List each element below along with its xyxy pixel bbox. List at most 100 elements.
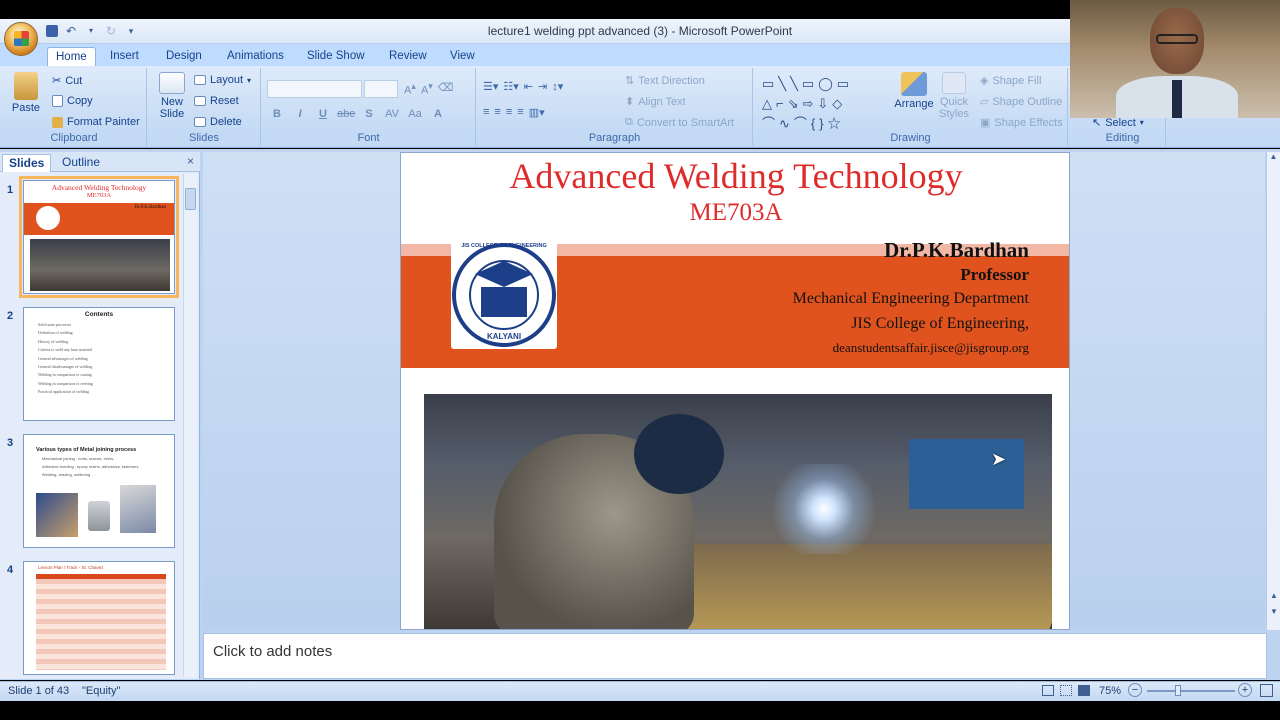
photo-sparks (764, 464, 884, 554)
arrange-button[interactable]: Arrange (892, 72, 936, 110)
clear-format-icon[interactable]: ⌫ (438, 81, 454, 97)
scroll-up-icon[interactable]: ▲ (1267, 152, 1280, 161)
slide-thumbnail-2[interactable]: Contents Solid state processes Definitio… (23, 307, 175, 421)
zoom-slider-thumb[interactable] (1175, 685, 1181, 696)
author-role[interactable]: Professor (960, 265, 1029, 285)
normal-view-icon[interactable] (1042, 685, 1054, 696)
strikethrough-button[interactable]: abe (337, 106, 355, 122)
scroll-thumb[interactable] (185, 188, 196, 210)
font-name-combo[interactable] (267, 80, 362, 98)
notes-pane[interactable]: Click to add notes (203, 633, 1267, 679)
align-text-button[interactable]: ⬍ Align Text (625, 95, 686, 109)
email-address[interactable]: deanstudentsaffair.jisce@jisgroup.org (833, 340, 1029, 356)
zoom-slider[interactable] (1147, 690, 1235, 692)
grow-font-icon[interactable]: A▴ (404, 81, 416, 97)
numbering-icon[interactable]: ☷▾ (503, 80, 518, 93)
prev-slide-icon[interactable]: ▲ (1267, 591, 1280, 600)
decrease-indent-icon[interactable]: ⇤ (524, 80, 533, 93)
author-name[interactable]: Dr.P.K.Bardhan (884, 238, 1029, 263)
slides-group: New Slide Layout ▾ Reset Delete Slides (148, 68, 261, 146)
shapes-gallery[interactable]: ▭╲╲▭◯▭ △⌐⇘⇨⇩◇ ⌒∿⌒{}☆ (762, 74, 882, 134)
slide-scrollbar[interactable]: ▲ ▲ ▼ (1266, 152, 1280, 630)
office-button[interactable] (4, 22, 38, 56)
text-direction-button[interactable]: ⇅ Text Direction (625, 74, 705, 88)
change-case-button[interactable]: Aa (406, 106, 424, 122)
photo-welding-mask (634, 414, 724, 494)
font-size-combo[interactable] (364, 80, 398, 98)
tab-slides[interactable]: Slides (2, 154, 52, 172)
tab-design[interactable]: Design (158, 47, 210, 66)
columns-icon[interactable]: ▥▾ (529, 106, 545, 119)
font-format-buttons: B I U abe S AV Aa A (268, 106, 447, 122)
layout-button[interactable]: Layout ▾ (194, 74, 251, 86)
copy-label: Copy (67, 95, 93, 107)
slide-thumbnail-4[interactable]: Lesson Plan / Track - St. Chavez (23, 561, 175, 675)
tab-insert[interactable]: Insert (102, 47, 147, 66)
shadow-button[interactable]: S (360, 106, 378, 122)
department[interactable]: Mechanical Engineering Department (793, 290, 1029, 308)
italic-button[interactable]: I (291, 106, 309, 122)
shape-fill-label: Shape Fill (992, 74, 1042, 87)
align-center-icon[interactable]: ≡ (494, 106, 500, 119)
course-code[interactable]: ME703A (401, 199, 1069, 227)
tab-outline[interactable]: Outline (56, 154, 106, 172)
bold-button[interactable]: B (268, 106, 286, 122)
cut-button[interactable]: ✂ Cut (52, 74, 82, 88)
slide-show-icon[interactable] (1078, 685, 1090, 696)
shape-effects-button[interactable]: ▣ Shape Effects (980, 116, 1063, 130)
clipboard-group-label: Clipboard (2, 131, 146, 145)
slide-editor[interactable]: Advanced Welding Technology ME703A JIS C… (400, 152, 1070, 630)
dropdown-arrow-icon[interactable]: ▾ (84, 24, 98, 38)
thumb3-image-3 (120, 485, 156, 533)
align-text-label: Align Text (638, 95, 686, 108)
align-left-icon[interactable]: ≡ (483, 106, 489, 119)
slide-title[interactable]: Advanced Welding Technology (401, 155, 1069, 197)
college-name[interactable]: JIS College of Engineering, (851, 315, 1029, 333)
slide-thumbnail-1[interactable]: Advanced Welding Technology ME703A Dr.P.… (19, 176, 179, 298)
convert-smartart-button[interactable]: ⧉ Convert to SmartArt (625, 116, 734, 129)
zoom-level[interactable]: 75% (1099, 685, 1121, 697)
slide-sorter-icon[interactable] (1060, 685, 1072, 696)
logo-text: JIS COLLEGE OF ENGINEERING (461, 243, 547, 249)
bullets-icon[interactable]: ☰▾ (483, 80, 498, 93)
welding-photo[interactable] (424, 394, 1052, 629)
redo-icon[interactable]: ↻ (104, 24, 118, 38)
font-color-button[interactable]: A (429, 106, 447, 122)
shape-fill-button[interactable]: ◈ Shape Fill (980, 74, 1042, 88)
copy-button[interactable]: Copy (52, 95, 93, 107)
thumbnail-scrollbar[interactable] (183, 174, 197, 677)
fit-window-icon[interactable] (1260, 684, 1273, 697)
line-spacing-icon[interactable]: ↕▾ (552, 80, 563, 93)
next-slide-icon[interactable]: ▼ (1267, 607, 1280, 616)
tab-home[interactable]: Home (47, 47, 96, 66)
tab-review[interactable]: Review (381, 47, 435, 66)
layout-icon (194, 75, 206, 85)
customize-qat-icon[interactable]: ▾ (124, 24, 138, 38)
thumb2-title: Contents (84, 311, 114, 318)
increase-indent-icon[interactable]: ⇥ (538, 80, 547, 93)
thumb2-item: Solid state processes (38, 322, 72, 327)
paste-button[interactable]: Paste (8, 72, 44, 114)
drawing-group-label: Drawing (754, 131, 1067, 145)
tab-view[interactable]: View (442, 47, 483, 66)
reset-button[interactable]: Reset (194, 95, 239, 107)
zoom-out-icon[interactable]: − (1128, 683, 1142, 697)
align-right-icon[interactable]: ≡ (506, 106, 512, 119)
justify-icon[interactable]: ≡ (517, 106, 523, 119)
slide-thumbnail-3[interactable]: Various types of Metal joining process M… (23, 434, 175, 548)
shrink-font-icon[interactable]: A▾ (421, 81, 433, 97)
tab-animations[interactable]: Animations (219, 47, 292, 66)
drawing-group: ▭╲╲▭◯▭ △⌐⇘⇨⇩◇ ⌒∿⌒{}☆ Arrange Quick Styles … (754, 68, 1068, 146)
shape-outline-button[interactable]: ▱ Shape Outline (980, 95, 1062, 109)
delete-button[interactable]: Delete (194, 116, 242, 128)
undo-icon[interactable]: ↶ (64, 24, 78, 38)
format-painter-button[interactable]: Format Painter (52, 116, 140, 128)
char-spacing-button[interactable]: AV (383, 106, 401, 122)
underline-button[interactable]: U (314, 106, 332, 122)
quick-styles-button[interactable]: Quick Styles (934, 72, 974, 120)
close-icon[interactable]: × (187, 154, 194, 168)
save-icon[interactable] (46, 25, 58, 37)
new-slide-button[interactable]: New Slide (152, 72, 192, 120)
zoom-in-icon[interactable]: + (1238, 683, 1252, 697)
tab-slide-show[interactable]: Slide Show (299, 47, 373, 66)
